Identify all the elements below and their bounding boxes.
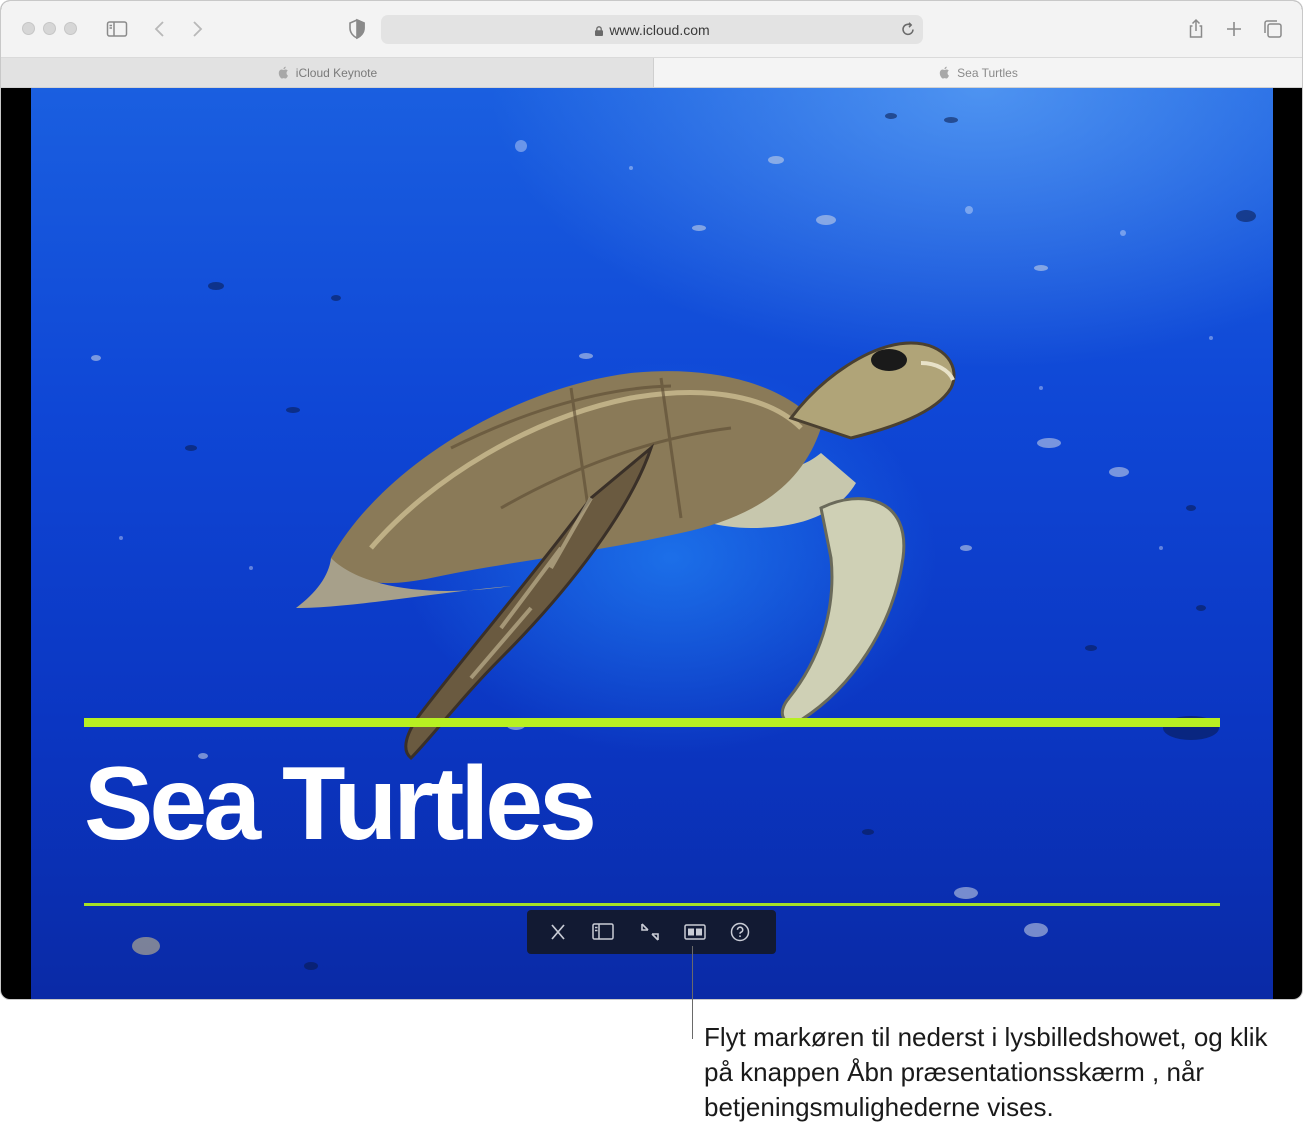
tab-overview-icon[interactable]: [1261, 17, 1285, 41]
share-icon[interactable]: [1184, 17, 1208, 41]
new-tab-icon[interactable]: [1222, 17, 1246, 41]
browser-window: www.icloud.com iCloud Keynote Sea Turtle…: [0, 0, 1303, 1000]
tab-label: Sea Turtles: [957, 65, 1018, 80]
presenter-display-icon[interactable]: [682, 920, 708, 944]
title-top-rule: [84, 718, 1220, 727]
apple-logo-icon: [278, 66, 288, 79]
slideshow-slide[interactable]: Sea Turtles: [31, 88, 1273, 999]
lock-icon: [595, 26, 604, 36]
callout-leader-line: [692, 946, 693, 1039]
apple-logo-icon: [939, 66, 950, 79]
back-icon[interactable]: [148, 17, 172, 41]
minimize-window-button[interactable]: [43, 22, 56, 35]
slideshow-controls-bar: [527, 910, 776, 954]
reload-icon[interactable]: [900, 21, 916, 37]
address-bar[interactable]: www.icloud.com: [381, 15, 923, 44]
sidebar-icon[interactable]: [105, 17, 129, 41]
close-window-button[interactable]: [22, 22, 35, 35]
close-icon[interactable]: [545, 920, 571, 944]
browser-toolbar: www.icloud.com: [1, 1, 1302, 58]
zoom-window-button[interactable]: [64, 22, 77, 35]
tab-label: iCloud Keynote: [295, 65, 378, 80]
forward-icon[interactable]: [185, 17, 209, 41]
exit-fullscreen-icon[interactable]: [637, 920, 663, 944]
tab-sea-turtles[interactable]: Sea Turtles: [654, 58, 1302, 87]
title-bottom-rule: [84, 903, 1220, 906]
url-text: www.icloud.com: [609, 22, 710, 38]
tab-bar: iCloud Keynote Sea Turtles: [1, 58, 1302, 88]
privacy-shield-icon[interactable]: [345, 17, 369, 41]
callout-text: Flyt markøren til nederst i lysbilledsho…: [704, 1022, 1268, 1122]
tab-icloud-keynote[interactable]: iCloud Keynote: [1, 58, 654, 87]
help-icon[interactable]: [727, 920, 753, 944]
sidebar-icon[interactable]: [590, 920, 616, 944]
sea-turtle-photo: [91, 113, 1256, 970]
slide-title: Sea Turtles: [84, 746, 597, 862]
sea-turtle: [296, 341, 956, 761]
